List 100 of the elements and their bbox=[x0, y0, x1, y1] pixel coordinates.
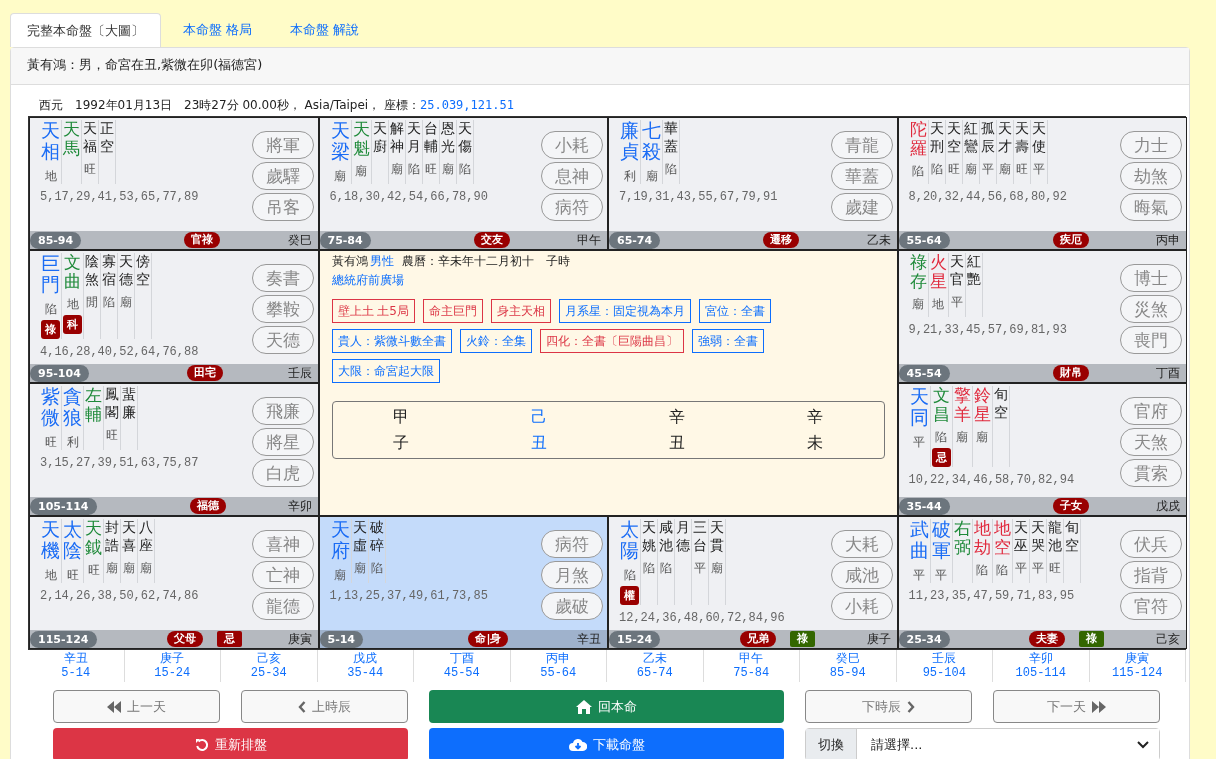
deity-pill: 小耗 bbox=[830, 592, 893, 620]
star-brightness: 陷 bbox=[996, 562, 1008, 579]
star-name: 太陽 bbox=[620, 519, 639, 561]
star-name: 陀羅 bbox=[909, 120, 927, 158]
star-brightness: 廟 bbox=[998, 161, 1011, 177]
decade-pill: 15-24 bbox=[609, 630, 661, 648]
prev-hour-button[interactable]: 上時辰 bbox=[241, 690, 408, 723]
star-name: 陰煞 bbox=[85, 253, 99, 288]
deity-pill: 大耗 bbox=[830, 530, 893, 558]
tab[interactable]: 本命盤 解說 bbox=[274, 13, 376, 47]
star-brightness: 廟 bbox=[912, 296, 924, 313]
tab[interactable]: 本命盤 格局 bbox=[167, 13, 269, 47]
decade-range: 5-14 bbox=[61, 666, 91, 681]
star-name: 天馬 bbox=[63, 120, 80, 158]
palace-name-badge: 疾厄 bbox=[1052, 232, 1089, 248]
star-name: 巨門 bbox=[41, 253, 60, 295]
star-name: 天梁 bbox=[330, 120, 350, 162]
star-name: 天虛 bbox=[352, 519, 367, 554]
star-name: 紅鸞 bbox=[963, 120, 978, 155]
setting-tag: 月系星：固定視為本月 bbox=[558, 299, 691, 323]
setting-tag: 四化：全書〔巨陽曲昌〕 bbox=[539, 329, 684, 353]
decade-stem-branch: 己亥 bbox=[256, 651, 281, 666]
star-brightness: 地 bbox=[932, 296, 944, 313]
age-list: 2,14,26,38,50,62,74,86 bbox=[40, 589, 252, 603]
deity-pill: 青龍 bbox=[830, 131, 893, 159]
decade-pill: 5-14 bbox=[319, 630, 364, 648]
deity-pill: 月煞 bbox=[541, 561, 603, 589]
star-name: 天德 bbox=[119, 253, 133, 288]
star-name: 擎羊 bbox=[953, 386, 971, 424]
download-button[interactable]: 下載命盤 bbox=[429, 728, 784, 759]
decade-pill: 95-104 bbox=[30, 364, 89, 382]
prev-day-button[interactable]: 上一天 bbox=[53, 690, 220, 723]
star-name: 蜚廉 bbox=[122, 386, 136, 421]
star-name: 右弼 bbox=[953, 519, 971, 557]
star-name: 天壽 bbox=[1014, 120, 1029, 155]
setting-tag: 身主天相 bbox=[490, 299, 551, 323]
deity-pill: 白虎 bbox=[251, 459, 314, 487]
deity-pill: 華蓋 bbox=[830, 162, 893, 190]
decade-pill: 65-74 bbox=[609, 231, 661, 249]
reset-button[interactable]: 重新排盤 bbox=[53, 728, 408, 759]
decade-pill: 25-34 bbox=[898, 630, 950, 648]
setting-tag: 宮位：全書 bbox=[698, 299, 771, 323]
tab[interactable]: 完整本命盤〔大圖〕 bbox=[10, 13, 161, 47]
stem-branch: 丙申 bbox=[1156, 231, 1181, 249]
pillar-text: 甲 子 bbox=[393, 406, 410, 454]
deity-pill: 奏書 bbox=[251, 264, 314, 292]
decade-range: 95-104 bbox=[922, 666, 966, 681]
transform-badge: 權 bbox=[620, 585, 639, 605]
star-name: 火星 bbox=[929, 253, 947, 291]
setting-tag: 命主巨門 bbox=[422, 299, 483, 323]
decade-pill: 105-114 bbox=[30, 497, 97, 515]
star-name: 七殺 bbox=[642, 120, 661, 162]
palace-name-badge: 兄弟 bbox=[739, 631, 776, 647]
decade-pill: 45-54 bbox=[898, 364, 950, 382]
star-brightness: 陷 bbox=[976, 562, 988, 579]
transform-badge: 祿 bbox=[41, 319, 60, 339]
star-name: 武曲 bbox=[909, 519, 929, 561]
star-brightness: 地 bbox=[44, 167, 57, 184]
star-name: 台輔 bbox=[423, 120, 438, 155]
decade-range: 75-84 bbox=[733, 666, 770, 681]
star-name: 天廚 bbox=[372, 120, 387, 155]
star-brightness: 廟 bbox=[441, 161, 454, 177]
transform-badge: 祿 bbox=[1079, 631, 1105, 647]
pillar-text: 辛 丑 bbox=[668, 406, 685, 454]
star-brightness: 平 bbox=[950, 294, 963, 310]
star-brightness: 廟 bbox=[711, 560, 723, 576]
star-name: 文昌 bbox=[932, 386, 950, 424]
star-name: 天同 bbox=[909, 386, 929, 428]
decade-stem-branch: 甲午 bbox=[739, 651, 764, 666]
palace-name-badge: 父母 bbox=[166, 631, 203, 647]
star-brightness: 陷 bbox=[623, 566, 636, 583]
decade-stem-branch: 庚寅 bbox=[1125, 651, 1150, 666]
star-name: 正空 bbox=[100, 120, 114, 155]
star-brightness: 平 bbox=[694, 560, 706, 576]
deity-pill: 災煞 bbox=[1120, 295, 1182, 323]
star-name: 鳳閣 bbox=[105, 386, 119, 421]
star-name: 天機 bbox=[41, 519, 60, 561]
next-hour-button[interactable]: 下時辰 bbox=[805, 690, 972, 723]
star-brightness: 陷 bbox=[930, 161, 943, 177]
star-name: 破碎 bbox=[369, 519, 384, 554]
double-left-icon bbox=[107, 700, 121, 713]
star-brightness: 旺 bbox=[947, 161, 960, 177]
deity-pill: 將軍 bbox=[251, 131, 314, 159]
deity-pill: 咸池 bbox=[830, 561, 893, 589]
star-brightness: 平 bbox=[913, 566, 925, 583]
star-name: 封誥 bbox=[105, 519, 119, 554]
home-button[interactable]: 回本命 bbox=[429, 690, 784, 723]
star-brightness: 陷 bbox=[370, 560, 383, 576]
deity-pill: 博士 bbox=[1120, 264, 1182, 292]
star-name: 破軍 bbox=[931, 519, 951, 561]
decade-stem-branch: 辛丑 bbox=[63, 651, 88, 666]
decade-range: 55-64 bbox=[540, 666, 577, 681]
decade-stem-branch: 辛卯 bbox=[1028, 651, 1053, 666]
deity-pill: 將星 bbox=[251, 428, 314, 456]
star-name: 天喜 bbox=[122, 519, 136, 554]
next-day-button[interactable]: 下一天 bbox=[993, 690, 1160, 723]
star-name: 天貫 bbox=[710, 519, 724, 554]
star-name: 祿存 bbox=[909, 253, 927, 291]
age-list: 8,20,32,44,56,68,80,92 bbox=[908, 190, 1120, 204]
star-name: 文曲 bbox=[64, 253, 81, 291]
